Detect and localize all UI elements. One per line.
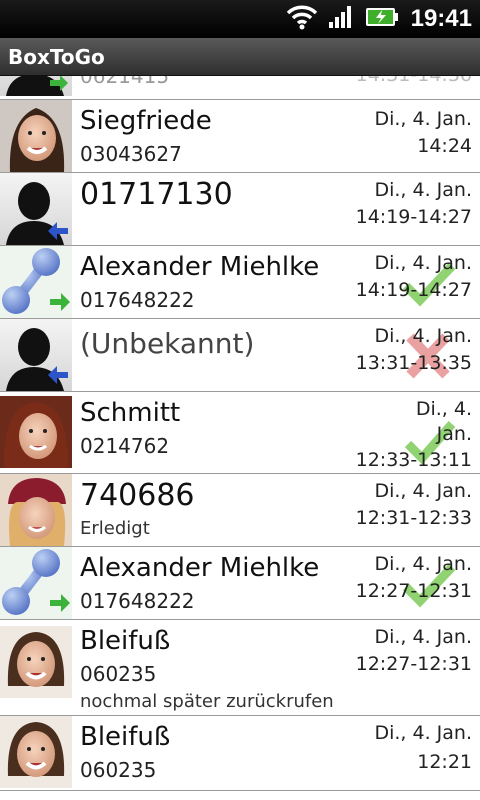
call-time: 14:19-14:27 [355, 206, 472, 228]
caller-name: 740686 [80, 478, 195, 513]
call-time: 12:31-12:33 [355, 507, 472, 529]
list-item[interactable]: 01717130 Di., 4. Jan. 14:19-14:27 [0, 173, 480, 246]
call-time: 14:24 [417, 135, 472, 157]
contact-avatar [0, 626, 72, 698]
caller-number: 0214762 [80, 434, 170, 458]
caller-number: 017648222 [80, 288, 195, 312]
signal-icon [328, 5, 355, 33]
call-note: Erledigt [80, 518, 150, 539]
list-item[interactable]: 0621415 14:31-14:36 [0, 76, 480, 100]
list-item[interactable]: (Unbekannt) Di., 4. Jan. 13:31-13:35 [0, 319, 480, 392]
caller-name: Bleifuß [80, 626, 171, 656]
list-item[interactable]: Bleifuß 060235 nochmal später zurückrufe… [0, 620, 480, 716]
call-list[interactable]: 0621415 14:31-14:36 Siegfriede 03043627 … [0, 76, 480, 800]
list-item[interactable]: 740686 Erledigt Di., 4. Jan. 12:31-12:33 [0, 474, 480, 547]
call-date: Di., 4. Jan. [374, 108, 472, 130]
battery-charging-icon [365, 6, 399, 32]
caller-number: 060235 [80, 758, 157, 782]
call-time: 14:31-14:36 [356, 76, 472, 86]
caller-number: 03043627 [80, 142, 182, 166]
contact-avatar [0, 100, 72, 172]
incoming-call-icon [46, 363, 72, 389]
call-date: Jan. [436, 423, 472, 445]
call-date: Di., 4. Jan. [374, 553, 472, 575]
call-time: 12:27-12:31 [355, 653, 472, 675]
call-date: Di., 4. Jan. [374, 252, 472, 274]
caller-name: Bleifuß [80, 722, 171, 752]
call-date: Di., 4. [415, 398, 472, 420]
contact-avatar [0, 716, 72, 788]
caller-name: Schmitt [80, 398, 181, 428]
list-item[interactable]: Bleifuß 060235 Di., 4. Jan. 12:21 [0, 716, 480, 791]
call-time: 14:19-14:27 [355, 279, 472, 301]
status-time: 19:41 [410, 5, 472, 32]
call-date: Di., 4. Jan. [374, 325, 472, 347]
contact-avatar [0, 396, 72, 468]
outgoing-call-icon [48, 76, 74, 98]
list-item[interactable]: Schmitt 0214762 Di., 4. Jan. 12:33-13:11 [0, 392, 480, 474]
caller-name: (Unbekannt) [80, 327, 255, 360]
status-bar: 19:41 [0, 0, 480, 38]
outgoing-call-icon [48, 591, 74, 617]
call-time: 12:27-12:31 [355, 580, 472, 602]
caller-name: Alexander Miehlke [80, 553, 320, 583]
caller-name: Alexander Miehlke [80, 252, 320, 282]
list-item[interactable]: Siegfriede 03043627 Di., 4. Jan. 14:24 [0, 100, 480, 173]
caller-number: 060235 [80, 662, 157, 686]
contact-avatar [0, 474, 72, 546]
call-time: 13:31-13:35 [355, 352, 472, 374]
app-title: BoxToGo [0, 38, 480, 76]
list-item[interactable]: Alexander Miehlke 017648222 Di., 4. Jan.… [0, 246, 480, 319]
wifi-icon [285, 4, 319, 34]
call-date: Di., 4. Jan. [374, 179, 472, 201]
call-note: nochmal später zurückrufen [80, 691, 334, 712]
call-time: 12:21 [417, 751, 472, 773]
call-date: Di., 4. Jan. [374, 480, 472, 502]
list-item[interactable]: Alexander Miehlke 017648222 Di., 4. Jan.… [0, 547, 480, 620]
caller-name: 01717130 [80, 177, 233, 212]
call-time: 12:33-13:11 [355, 449, 472, 471]
caller-name: Siegfriede [80, 106, 212, 136]
incoming-call-icon [46, 219, 72, 245]
caller-number: 017648222 [80, 589, 195, 613]
call-date: Di., 4. Jan. [374, 626, 472, 648]
caller-number: 0621415 [80, 76, 170, 88]
call-date: Di., 4. Jan. [374, 722, 472, 744]
outgoing-call-icon [48, 290, 74, 316]
